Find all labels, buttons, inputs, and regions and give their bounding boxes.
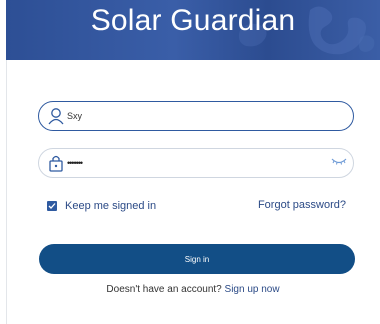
keep-signed-in-checkbox[interactable] [47, 201, 57, 211]
sign-in-button[interactable]: Sign in [39, 244, 355, 274]
keep-signed-in-label: Keep me signed in [65, 200, 157, 212]
checkmark-icon [48, 203, 56, 209]
user-icon [48, 108, 64, 125]
username-field[interactable]: Sxy [38, 101, 354, 131]
username-value: Sxy [67, 111, 83, 121]
eye-closed-icon[interactable] [331, 156, 347, 168]
no-account-text: Doesn't have an account? [106, 284, 222, 295]
forgot-password-link[interactable]: Forgot password? [258, 199, 346, 211]
sign-up-link[interactable]: Sign up now [225, 284, 280, 295]
password-field[interactable]: ••••••• [38, 148, 354, 178]
password-value: ••••••• [67, 158, 83, 168]
lock-icon [49, 155, 63, 172]
app-title: Solar Guardian [90, 4, 296, 37]
keep-signed-in[interactable]: Keep me signed in [47, 200, 156, 212]
signup-prompt: Doesn't have an account? Sign up now [0, 284, 380, 295]
header-banner: Solar Guardian [6, 0, 380, 60]
